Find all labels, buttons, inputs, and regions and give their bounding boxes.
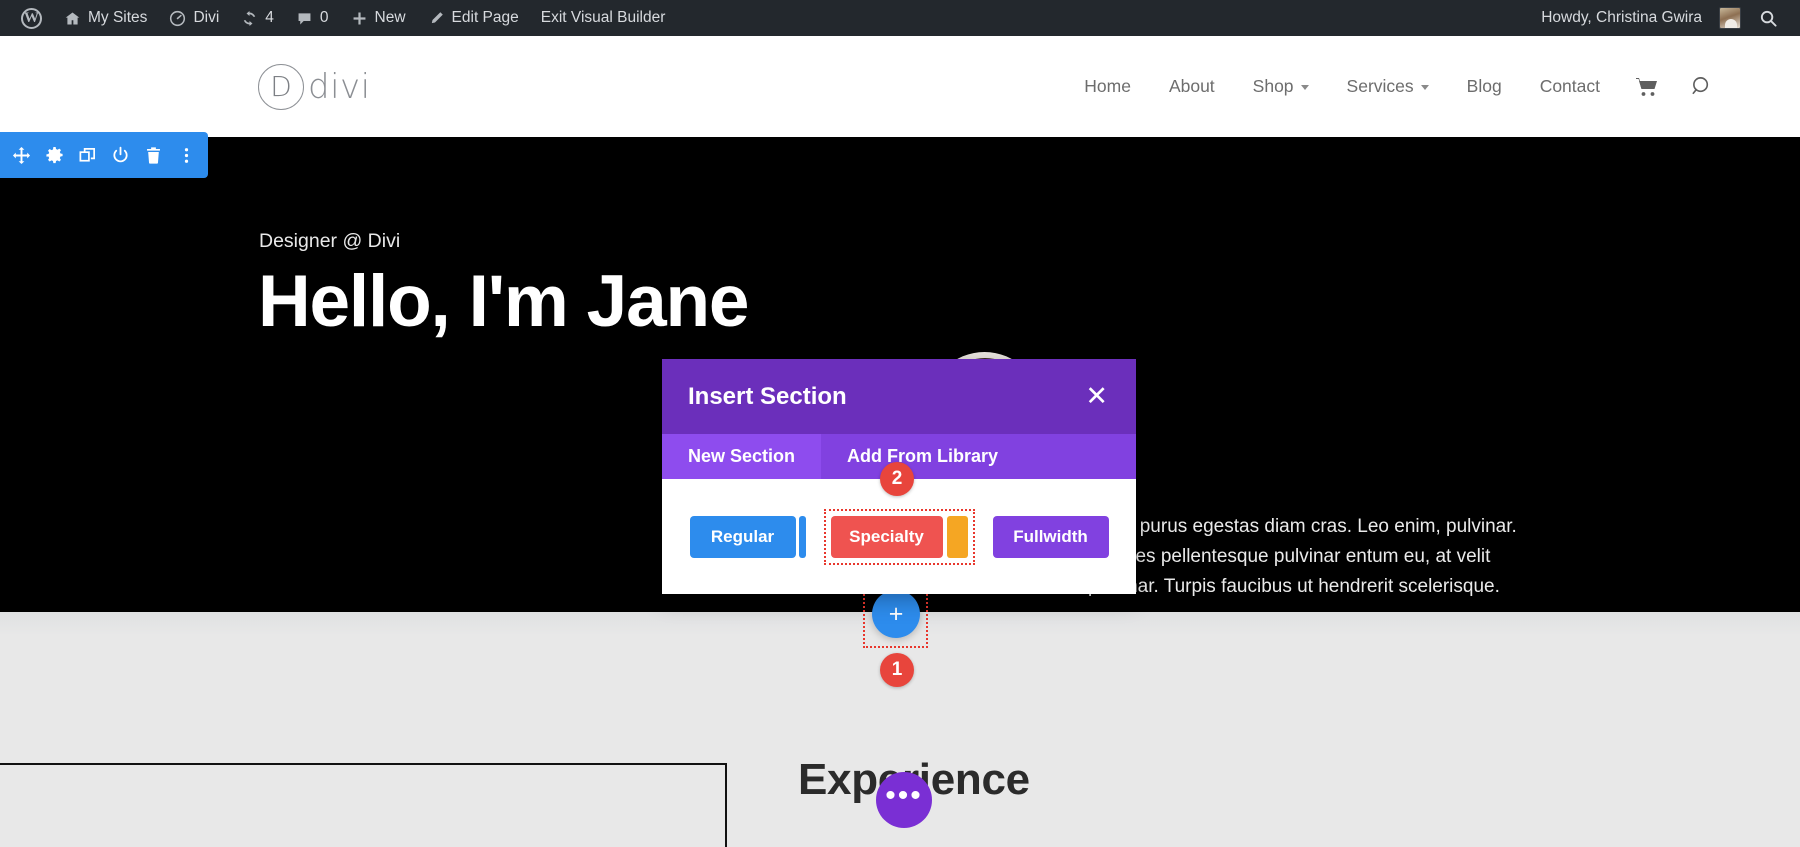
nav-item-about[interactable]: About	[1150, 76, 1234, 97]
nav-label: About	[1168, 76, 1215, 96]
modal-header: Insert Section ✕	[662, 359, 1136, 434]
nav-label: Blog	[1466, 76, 1502, 96]
wordpress-icon: W	[21, 7, 42, 29]
fullwidth-section-button[interactable]: Fullwidth	[992, 515, 1109, 558]
nav-label: Services	[1346, 76, 1414, 96]
tab-label: New Section	[688, 446, 796, 466]
howdy-label: Howdy, Christina Gwira	[1541, 9, 1702, 26]
divi-speedometer-icon	[169, 10, 186, 27]
wp-admin-bar: W My Sites Divi 4 0 New Edit Page Exit V…	[0, 0, 1800, 36]
specialty-accent-bar	[946, 515, 968, 558]
hero-eyebrow: Designer @ Divi	[259, 230, 401, 252]
nav-item-shop[interactable]: Shop	[1234, 76, 1328, 97]
admin-bar-item-new[interactable]: New	[340, 0, 417, 36]
regular-accent-bar	[798, 515, 806, 558]
power-icon[interactable]	[104, 132, 137, 178]
comments-icon	[296, 10, 313, 27]
sites-icon	[64, 10, 81, 27]
nav-item-blog[interactable]: Blog	[1448, 76, 1521, 97]
primary-navigation: Home About Shop Services Blog Contact	[1065, 75, 1800, 98]
admin-bar-left-group: W My Sites Divi 4 0 New Edit Page Exit V…	[0, 0, 676, 36]
specialty-section-button[interactable]: Specialty	[830, 515, 943, 558]
chevron-down-icon	[1420, 85, 1429, 90]
annotation-badge-1: 1	[880, 653, 914, 687]
regular-group: Regular	[689, 515, 806, 558]
admin-bar-label: Exit Visual Builder	[540, 9, 666, 26]
updates-icon	[241, 10, 258, 27]
nav-label: Contact	[1539, 76, 1600, 96]
nav-item-services[interactable]: Services	[1328, 76, 1448, 97]
duplicate-icon[interactable]	[71, 132, 104, 178]
screen-root: W My Sites Divi 4 0 New Edit Page Exit V…	[0, 0, 1800, 847]
tab-add-from-library[interactable]: Add From Library	[821, 434, 1024, 479]
admin-bar-label: New	[374, 9, 406, 26]
gear-icon[interactable]	[38, 132, 71, 178]
admin-bar-label: 4	[265, 9, 274, 26]
admin-bar-label: 0	[319, 9, 329, 26]
ellipsis-icon[interactable]: •••	[876, 772, 932, 828]
site-header: D divi Home About Shop Services Blog Con	[0, 36, 1800, 137]
nav-item-home[interactable]: Home	[1065, 76, 1150, 97]
annotation-badge-2: 2	[880, 462, 914, 496]
trash-icon[interactable]	[137, 132, 170, 178]
tab-new-section[interactable]: New Section	[662, 434, 822, 479]
module-outline-box	[0, 763, 727, 847]
avatar	[1719, 7, 1741, 29]
modal-title: Insert Section	[688, 382, 847, 410]
move-icon[interactable]	[5, 132, 38, 178]
admin-bar-search-button[interactable]	[1741, 9, 1792, 28]
hero-title: Hello, I'm Jane	[258, 261, 749, 342]
admin-bar-item-my-sites[interactable]: My Sites	[53, 0, 158, 36]
plus-icon	[351, 10, 368, 27]
admin-bar-item-exit-visual-builder[interactable]: Exit Visual Builder	[530, 0, 677, 36]
specialty-section-highlight: Specialty	[823, 508, 975, 565]
search-icon[interactable]	[1675, 75, 1730, 98]
admin-bar-label: My Sites	[88, 9, 148, 26]
admin-bar-account-menu[interactable]: Howdy, Christina Gwira	[1541, 0, 1741, 36]
shopping-cart-icon[interactable]	[1619, 76, 1675, 98]
admin-bar-right-group: Howdy, Christina Gwira	[1541, 0, 1800, 36]
admin-bar-item-edit-page[interactable]: Edit Page	[417, 0, 530, 36]
admin-bar-label: Divi	[193, 9, 220, 26]
site-logo[interactable]: D divi	[258, 63, 371, 110]
hero-body-text: psum purus egestas diam cras. Leo enim, …	[1088, 516, 1517, 598]
site-logo-text: divi	[308, 66, 371, 107]
nav-item-contact[interactable]: Contact	[1521, 76, 1619, 97]
more-options-icon[interactable]	[170, 132, 203, 178]
admin-bar-item-updates[interactable]: 4	[230, 0, 285, 36]
add-section-button[interactable]: +	[872, 590, 920, 638]
modal-body: Regular Specialty Fullwidth	[662, 479, 1136, 594]
chevron-down-icon	[1300, 85, 1309, 90]
nav-label: Home	[1084, 76, 1131, 96]
close-icon[interactable]: ✕	[1083, 379, 1110, 414]
admin-bar-item-comments[interactable]: 0	[285, 0, 340, 36]
section-toolbar	[0, 132, 208, 178]
tab-label: Add From Library	[847, 446, 999, 466]
admin-bar-item-divi[interactable]: Divi	[158, 0, 230, 36]
pencil-icon	[428, 10, 445, 27]
divi-logo-mark-icon: D	[258, 63, 304, 110]
search-icon	[1759, 9, 1778, 28]
regular-section-button[interactable]: Regular	[689, 515, 796, 558]
nav-label: Shop	[1252, 76, 1294, 96]
admin-bar-label: Edit Page	[451, 9, 519, 26]
wp-logo-menu[interactable]: W	[10, 0, 53, 36]
